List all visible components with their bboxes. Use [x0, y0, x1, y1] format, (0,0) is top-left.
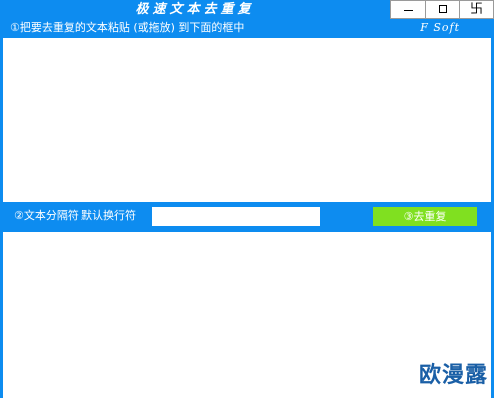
paste-instruction: ①把要去重复的文本粘贴 (或拖放) 到下面的框中: [10, 21, 245, 34]
window-title: 极速文本去重复: [135, 2, 255, 17]
minimize-button[interactable]: [390, 0, 426, 19]
result-text-output[interactable]: [3, 232, 491, 398]
close-icon: 卐: [469, 2, 483, 17]
title-bar[interactable]: 极速文本去重复 卐: [0, 0, 494, 20]
source-text-input[interactable]: [3, 38, 491, 202]
watermark-logo: 欧漫露: [418, 363, 488, 388]
separator-default-hint: 默认换行符: [81, 209, 136, 222]
remove-duplicates-button[interactable]: ③去重复: [373, 207, 477, 226]
app-window: 极速文本去重复 卐 ①把要去重复的文本粘贴 (或拖放) 到下面的框中 F Sof…: [0, 0, 494, 398]
separator-input[interactable]: [152, 207, 320, 226]
close-button[interactable]: 卐: [459, 0, 494, 19]
minimize-icon: [404, 10, 413, 11]
separator-label: ②文本分隔符: [14, 209, 79, 222]
brand-label: F Soft: [420, 21, 460, 34]
maximize-button[interactable]: [425, 0, 460, 19]
maximize-icon: [439, 5, 447, 13]
